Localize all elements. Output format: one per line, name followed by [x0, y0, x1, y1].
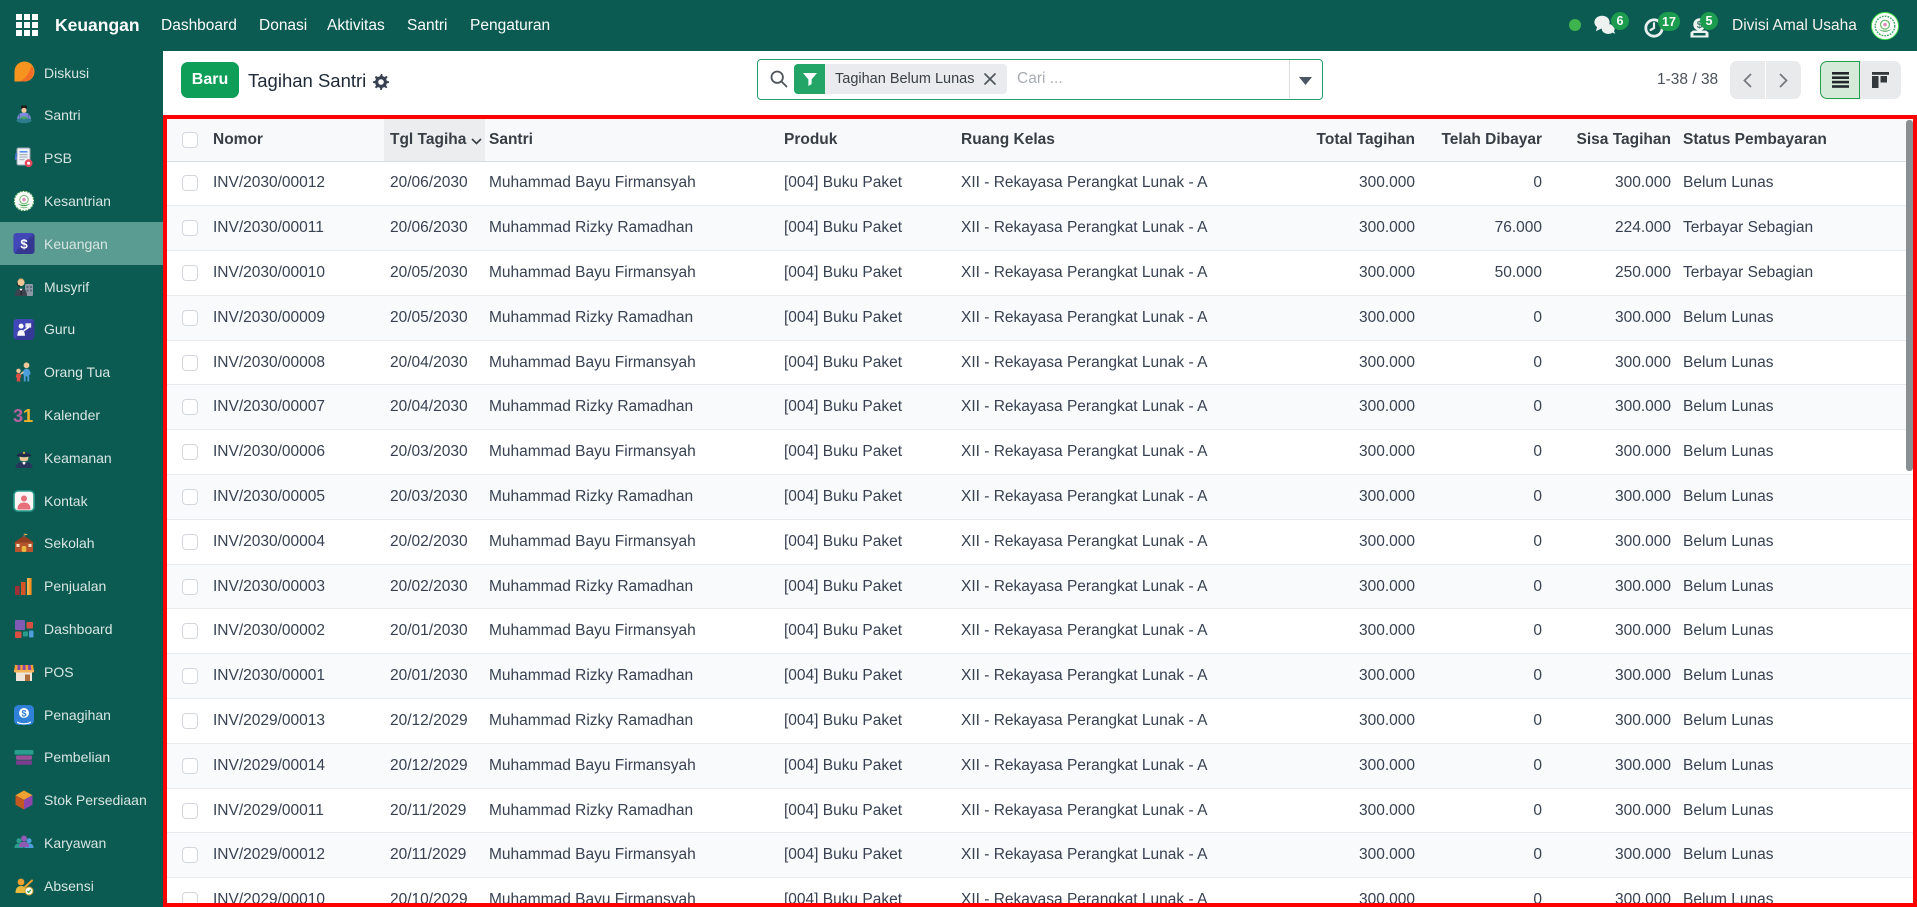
svg-text:1: 1: [23, 405, 33, 426]
svg-text:3: 3: [13, 405, 23, 426]
svg-text:$: $: [21, 708, 26, 718]
svg-text:$: $: [20, 237, 28, 252]
